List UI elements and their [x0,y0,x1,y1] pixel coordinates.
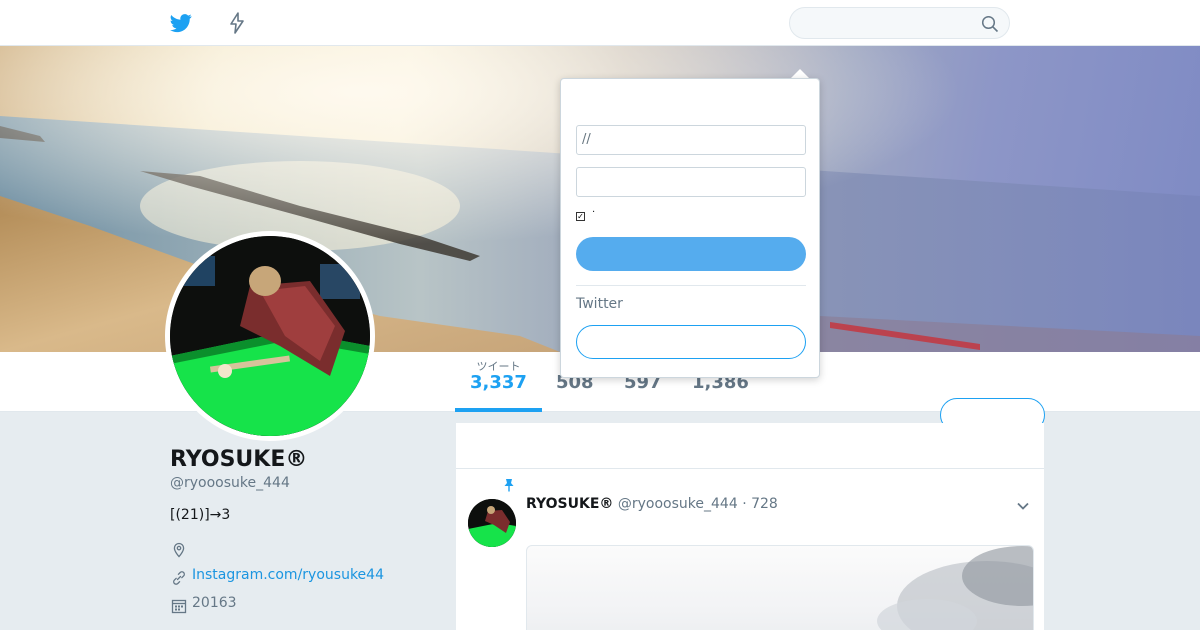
twitter-bird-icon[interactable] [170,12,192,34]
moments-lightning-icon[interactable] [228,12,246,34]
stat-tweets-label: ツイート [476,360,521,373]
calendar-icon [171,599,187,614]
tweet-separator: · [742,496,747,512]
profile-avatar[interactable] [165,231,375,441]
chevron-down-icon[interactable] [1016,499,1030,513]
login-popup: // ✓ · Twitter [560,78,820,378]
profile-name[interactable]: RYOSUKE® [170,447,307,472]
pin-icon [504,479,514,492]
tweet-author-handle[interactable]: @ryooosuke_444 [618,496,738,512]
signup-button[interactable] [576,325,806,359]
location-pin-icon [173,542,185,558]
username-field[interactable]: // [576,125,806,155]
link-icon [173,571,185,585]
password-field[interactable] [576,167,806,197]
top-nav-bar [0,0,1200,46]
remember-me-checkbox[interactable]: ✓ [576,212,585,221]
search-input[interactable] [789,7,1010,39]
signup-prompt: Twitter [576,296,623,312]
active-tab-underline [455,408,542,412]
profile-joined-date: 20163 [192,595,237,611]
profile-handle[interactable]: @ryooosuke_444 [170,475,290,491]
search-icon[interactable] [981,15,999,33]
tweet-header: RYOSUKE® @ryooosuke_444 · 728 [526,496,778,512]
profile-website-link[interactable]: Instagram.com/ryousuke44 [192,567,384,583]
timeline: RYOSUKE® @ryooosuke_444 · 728 [456,423,1044,630]
profile-bio: [(21)]→3 [170,507,231,523]
stat-tweets-value: 3,337 [470,372,527,393]
popup-divider [576,285,806,286]
login-button[interactable] [576,237,806,271]
tweet-media-image[interactable] [526,545,1034,630]
tweet-author-avatar[interactable] [468,499,516,547]
tweet-timestamp[interactable]: 728 [751,496,778,512]
remember-me-label: · [592,207,596,218]
stat-tweets[interactable]: ツイート 3,337 [470,358,527,393]
timeline-header [456,423,1044,469]
tweet-author-name[interactable]: RYOSUKE® [526,496,613,512]
